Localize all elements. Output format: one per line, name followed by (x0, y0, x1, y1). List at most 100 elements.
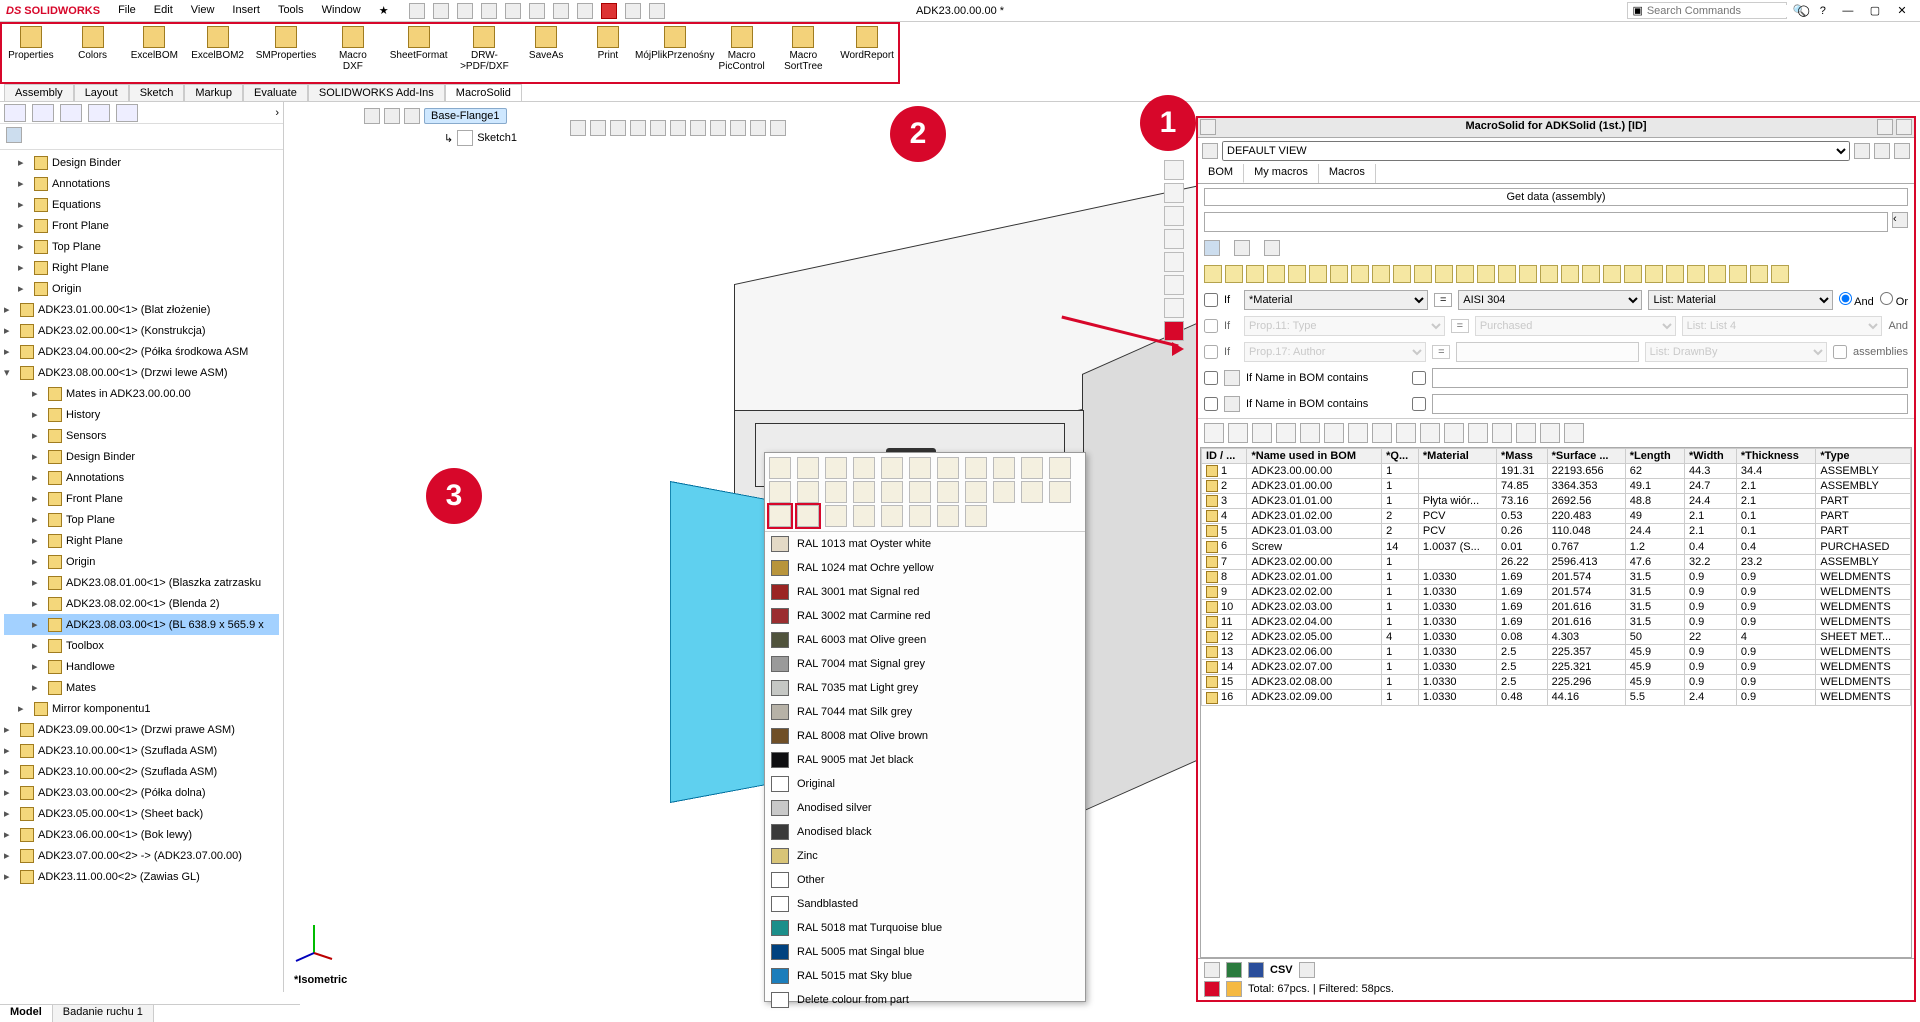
color-item[interactable]: RAL 6003 mat Olive green (765, 628, 1085, 652)
ms-action-15[interactable] (1564, 423, 1584, 443)
if-check-2[interactable] (1204, 319, 1218, 333)
tree-node[interactable]: ▸Mirror komponentu1 (4, 698, 279, 719)
color-item[interactable]: Delete colour from part (765, 988, 1085, 1012)
tree-node[interactable]: ▸Handlowe (4, 656, 279, 677)
ms-action-13[interactable] (1516, 423, 1536, 443)
prop-select-2[interactable]: Prop.11: Type (1244, 316, 1445, 336)
bc-asm-icon[interactable] (364, 108, 380, 124)
list-select-2[interactable]: List: List 4 (1682, 316, 1883, 336)
ms-toggle-27[interactable] (1771, 265, 1789, 283)
list-select-3[interactable]: List: DrawnBy (1645, 342, 1827, 362)
ms-toggle-12[interactable] (1456, 265, 1474, 283)
cmdtab-layout[interactable]: Layout (74, 84, 129, 101)
cmdtab-sketch[interactable]: Sketch (129, 84, 185, 101)
ctx-tool-4[interactable] (881, 457, 903, 479)
ms-toggle-4[interactable] (1288, 265, 1306, 283)
color-item[interactable]: Other (765, 868, 1085, 892)
tree-node[interactable]: ▸Annotations (4, 173, 279, 194)
ms-toggle-1[interactable] (1225, 265, 1243, 283)
tree-node[interactable]: ▸ADK23.09.00.00<1> (Drzwi prawe ASM) (4, 719, 279, 740)
ctx-tool-22[interactable] (769, 505, 791, 527)
bc-part-icon[interactable] (384, 108, 400, 124)
ms-action-7[interactable] (1372, 423, 1392, 443)
ms-action-11[interactable] (1468, 423, 1488, 443)
ctx-tool-21[interactable] (1049, 481, 1071, 503)
ms-save-icon[interactable] (1874, 143, 1890, 159)
hut-10[interactable] (750, 120, 766, 136)
rebuild-icon[interactable] (601, 3, 617, 19)
ms-opt2-icon[interactable] (1896, 119, 1912, 135)
youtube-icon[interactable] (1204, 981, 1220, 997)
or-radio[interactable]: Or (1880, 292, 1908, 308)
word-icon[interactable] (1248, 962, 1264, 978)
ms-action-2[interactable] (1252, 423, 1272, 443)
hut-9[interactable] (730, 120, 746, 136)
tree-node[interactable]: ▸ADK23.10.00.00<2> (Szuflada ASM) (4, 761, 279, 782)
table-row[interactable]: 11ADK23.02.04.0011.03301.69201.61631.50.… (1202, 614, 1911, 629)
tool-m-jplikprzeno-ny[interactable]: MójPlikPrzenośny (645, 26, 705, 61)
tp-appear-icon[interactable] (1164, 252, 1184, 272)
ms-toggle-23[interactable] (1687, 265, 1705, 283)
bom-col[interactable]: *Name used in BOM (1247, 449, 1382, 464)
tree-node[interactable]: ▸Toolbox (4, 635, 279, 656)
and-radio[interactable]: And (1839, 292, 1874, 308)
tree-node[interactable]: ▸Right Plane (4, 530, 279, 551)
ms-action-5[interactable] (1324, 423, 1344, 443)
close-icon[interactable]: ✕ (1890, 4, 1914, 17)
tree-node[interactable]: ▸ADK23.07.00.00<2> -> (ADK23.07.00.00) (4, 845, 279, 866)
tool-sheetformat[interactable]: SheetFormat (390, 26, 448, 61)
tree-node[interactable]: ▸ADK23.02.00.00<1> (Konstrukcja) (4, 320, 279, 341)
name-check-1b[interactable] (1412, 371, 1426, 385)
tp-forum-icon[interactable] (1164, 298, 1184, 318)
tool-print[interactable]: Print (583, 26, 633, 61)
cmdtab-markup[interactable]: Markup (184, 84, 243, 101)
filter-icon[interactable] (6, 127, 22, 143)
ms-toggle-25[interactable] (1729, 265, 1747, 283)
tree-node[interactable]: ▸ADK23.11.00.00<2> (Zawias GL) (4, 866, 279, 887)
command-search[interactable]: ▣ 🔍 (1627, 2, 1787, 19)
prop-select-1[interactable]: *Material (1244, 290, 1428, 310)
ctx-tool-20[interactable] (1021, 481, 1043, 503)
table-row[interactable]: 3ADK23.01.01.001Płyta wiór...73.162692.5… (1202, 494, 1911, 509)
tool-excelbom2[interactable]: ExcelBOM2 (191, 26, 244, 61)
name-input-1[interactable] (1432, 368, 1908, 388)
color-item[interactable]: RAL 3001 mat Signal red (765, 580, 1085, 604)
ctx-tool-10[interactable] (1049, 457, 1071, 479)
gear-icon[interactable] (1204, 962, 1220, 978)
ms-tab-my-macros[interactable]: My macros (1244, 164, 1319, 183)
ms-refresh-icon[interactable] (1854, 143, 1870, 159)
menu-star-icon[interactable]: ★ (379, 4, 389, 17)
tree-tab-1[interactable] (4, 104, 26, 122)
color-item[interactable]: Zinc (765, 844, 1085, 868)
ctx-tool-1[interactable] (797, 457, 819, 479)
table-row[interactable]: 2ADK23.01.00.00174.853364.35349.124.72.1… (1202, 479, 1911, 494)
tree-node[interactable]: ▸Design Binder (4, 446, 279, 467)
table-row[interactable]: 13ADK23.02.06.0011.03302.5225.35745.90.9… (1202, 645, 1911, 660)
hut-2[interactable] (590, 120, 606, 136)
menu-view[interactable]: View (191, 4, 215, 17)
table-row[interactable]: 10ADK23.02.03.0011.03301.69201.61631.50.… (1202, 599, 1911, 614)
ctx-tool-11[interactable] (769, 481, 791, 503)
table-row[interactable]: 5ADK23.01.03.002PCV0.26110.04824.42.10.1… (1202, 524, 1911, 539)
op-1[interactable]: = (1434, 293, 1452, 307)
tp-view-icon[interactable] (1164, 229, 1184, 249)
ms-search-input[interactable] (1204, 212, 1888, 232)
tree-node[interactable]: ▸Mates (4, 677, 279, 698)
ms-toggle-13[interactable] (1477, 265, 1495, 283)
ctx-tool-15[interactable] (881, 481, 903, 503)
tree-node[interactable]: ▸ADK23.08.03.00<1> (BL 638.9 x 565.9 x (4, 614, 279, 635)
ctx-tool-5[interactable] (909, 457, 931, 479)
hut-8[interactable] (710, 120, 726, 136)
tree-node[interactable]: ▸Origin (4, 278, 279, 299)
ms-action-12[interactable] (1492, 423, 1512, 443)
search-input[interactable] (1647, 5, 1789, 17)
tree-node[interactable]: ▸Mates in ADK23.00.00.00 (4, 383, 279, 404)
ms-toggle-10[interactable] (1414, 265, 1432, 283)
ctx-tool-26[interactable] (881, 505, 903, 527)
ms-toggle-7[interactable] (1351, 265, 1369, 283)
ctx-tool-12[interactable] (797, 481, 819, 503)
table-row[interactable]: 1ADK23.00.00.001191.3122193.6566244.334.… (1202, 464, 1911, 479)
hut-1[interactable] (570, 120, 586, 136)
open-icon[interactable] (457, 3, 473, 19)
ctx-tool-17[interactable] (937, 481, 959, 503)
